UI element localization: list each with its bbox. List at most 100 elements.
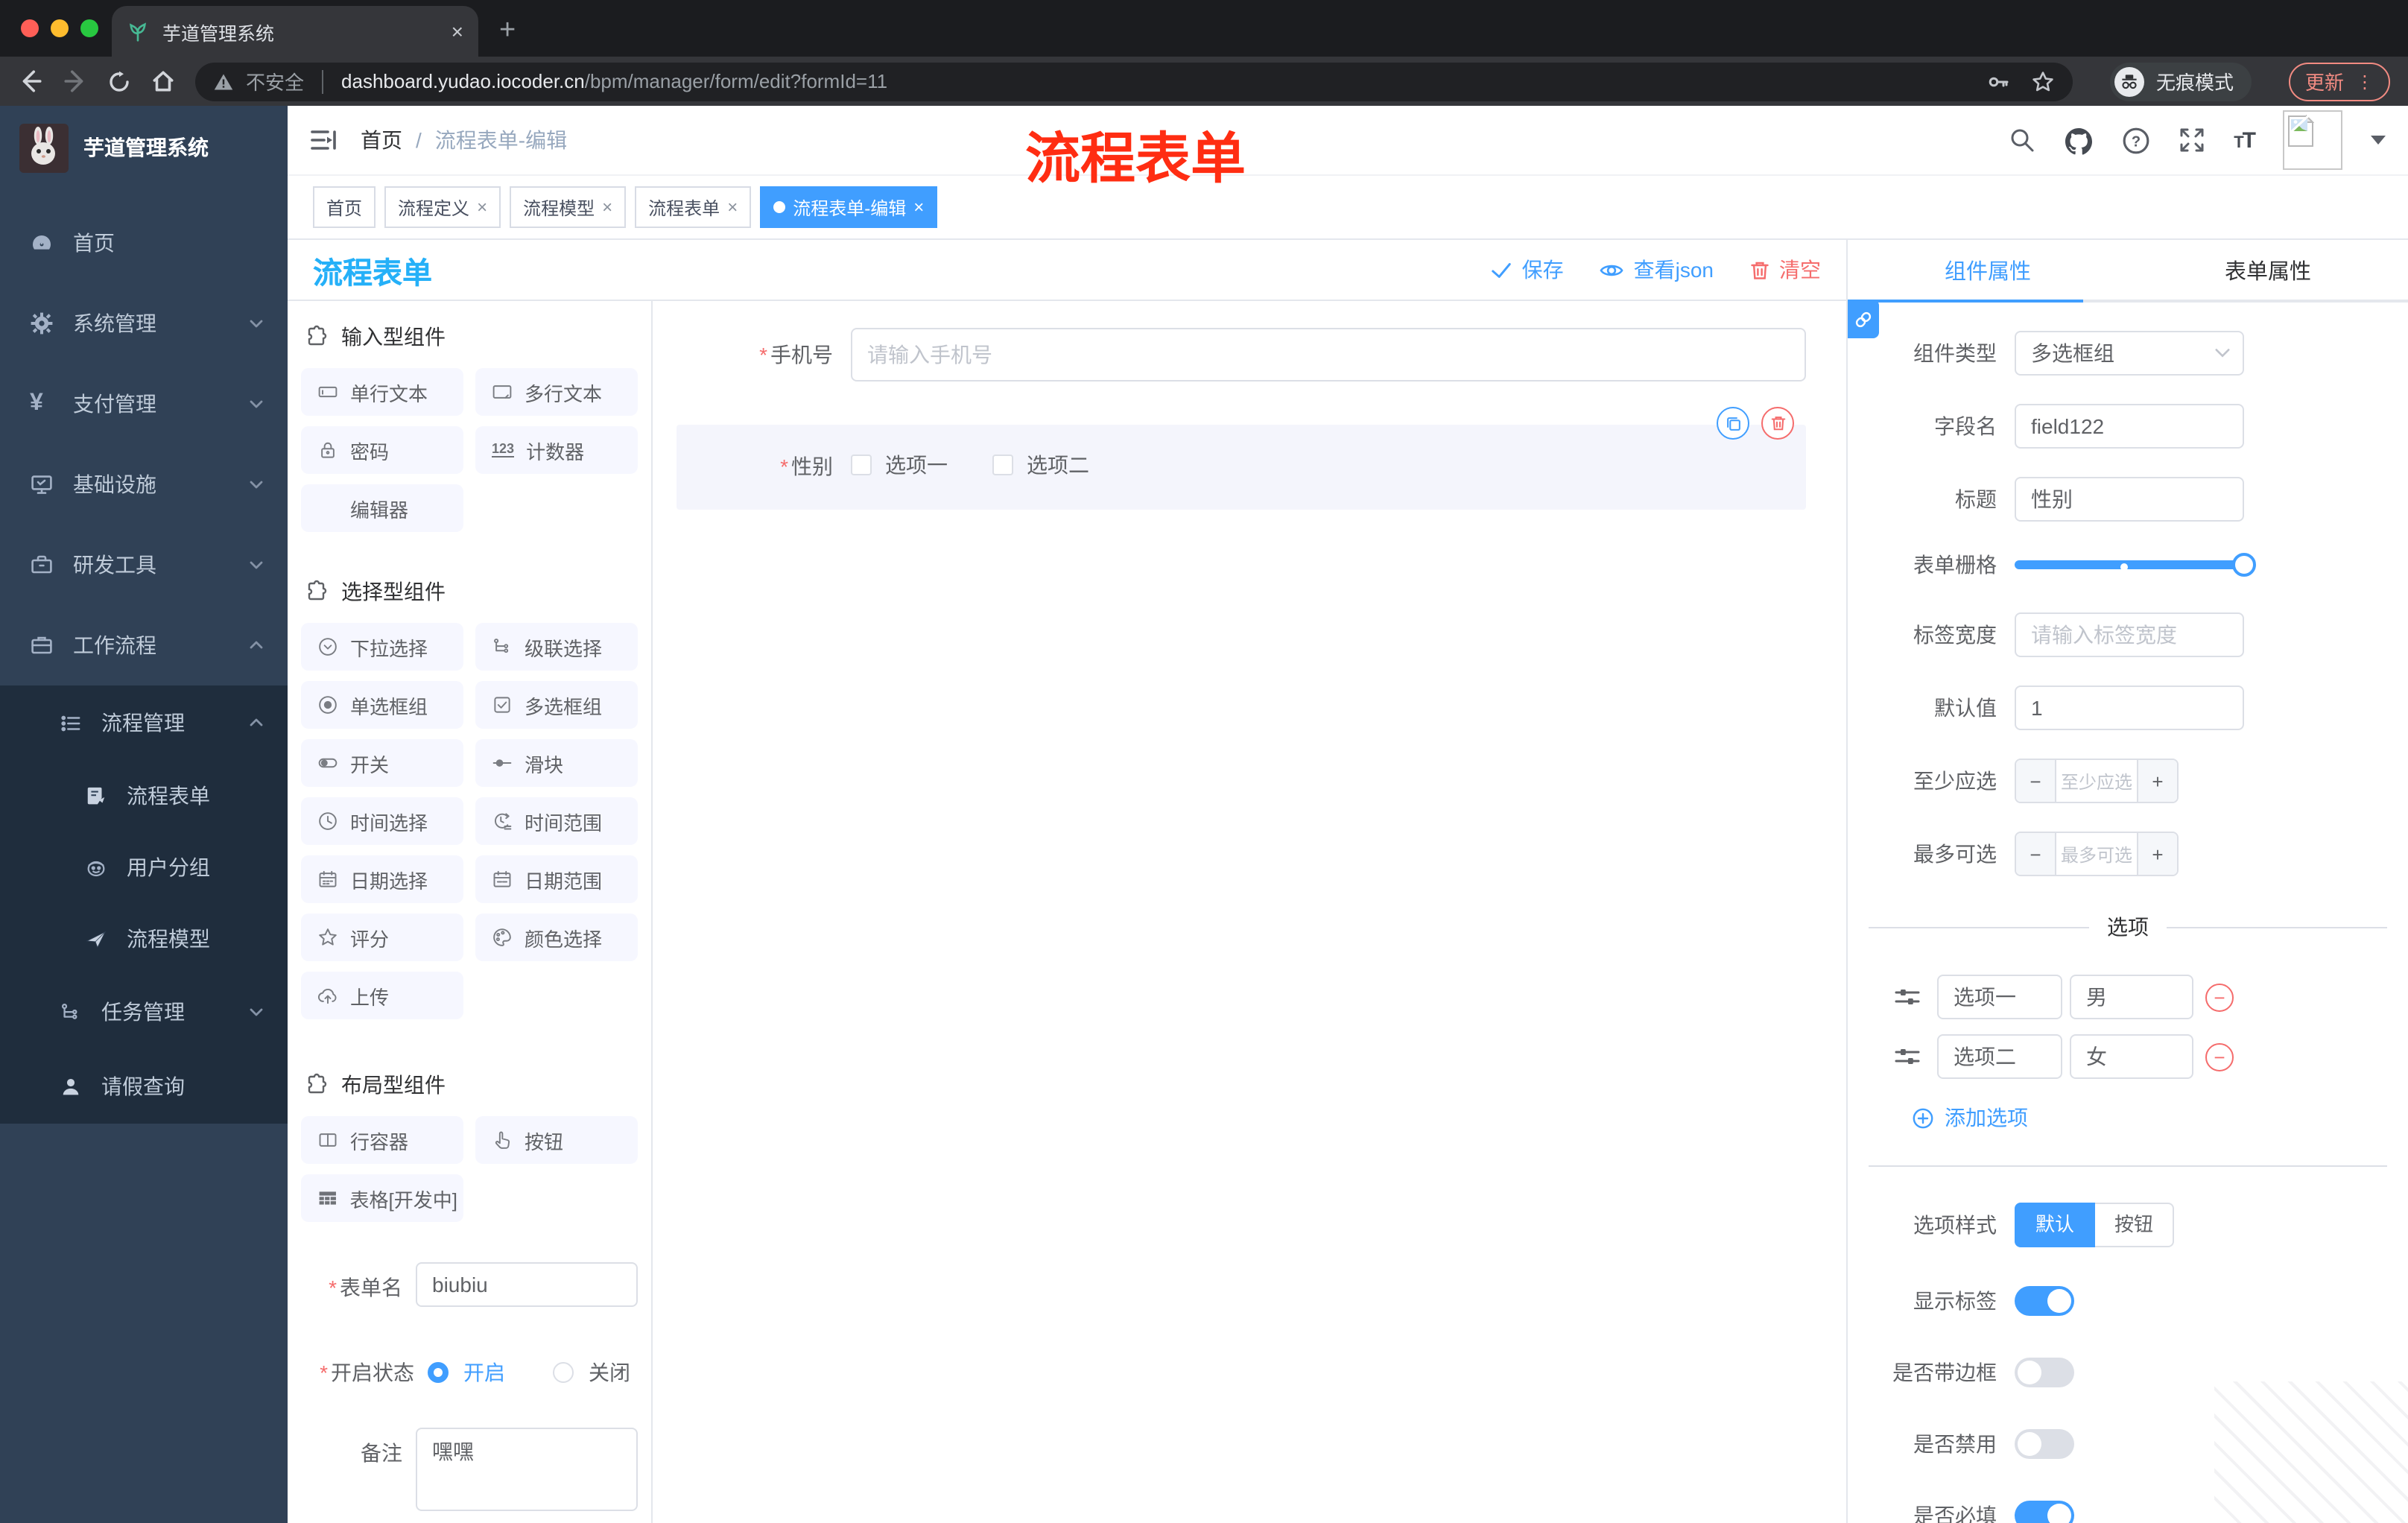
view-json-button[interactable]: 查看json [1600, 255, 1714, 285]
component-switch[interactable]: 开关 [301, 739, 463, 787]
slider-track[interactable] [2015, 560, 2244, 569]
style-default-button[interactable]: 默认 [2015, 1203, 2096, 1247]
component-multi-line-text[interactable]: 多行文本 [475, 368, 638, 416]
component-checkbox-group[interactable]: 多选框组 [475, 681, 638, 729]
sidebar-item-process-mgmt[interactable]: 流程管理 [0, 685, 288, 760]
status-on-label[interactable]: 开启 [463, 1358, 505, 1387]
component-row-container[interactable]: 行容器 [301, 1116, 463, 1164]
tag-close-icon[interactable]: × [913, 197, 924, 218]
component-date-picker[interactable]: 日期选择 [301, 855, 463, 903]
form-canvas[interactable]: * 手机号 请输入手机号 * 性别 选项一 选项二 [653, 301, 1846, 1523]
stepper-decrease-button[interactable]: − [2016, 833, 2056, 875]
stepper-decrease-button[interactable]: − [2016, 760, 2056, 802]
avatar-caret-icon[interactable] [2371, 136, 2386, 145]
component-rate[interactable]: 评分 [301, 914, 463, 961]
close-window-button[interactable] [21, 19, 39, 37]
option-label-input[interactable] [1937, 975, 2062, 1019]
window-controls[interactable] [21, 19, 98, 37]
checkbox-icon[interactable] [992, 455, 1013, 475]
checkbox-icon[interactable] [851, 455, 872, 475]
save-button[interactable]: 保存 [1491, 255, 1564, 285]
status-on-radio[interactable] [428, 1362, 449, 1383]
tag-close-icon[interactable]: × [602, 197, 612, 218]
status-off-radio[interactable] [553, 1362, 574, 1383]
component-upload[interactable]: 上传 [301, 972, 463, 1019]
sidebar-item-system[interactable]: 系统管理 [0, 283, 288, 364]
help-icon[interactable]: ? [2122, 126, 2150, 154]
sidebar-item-workflow[interactable]: 工作流程 [0, 605, 288, 685]
slider-handle[interactable] [2232, 553, 2256, 577]
url-text[interactable]: dashboard.yudao.iocoder.cn/bpm/manager/f… [341, 70, 887, 92]
component-time-picker[interactable]: 时间选择 [301, 797, 463, 845]
component-editor[interactable]: 编辑器 [301, 484, 463, 532]
disabled-toggle[interactable] [2015, 1429, 2074, 1459]
style-button-button[interactable]: 按钮 [2095, 1203, 2175, 1247]
tab-form-props[interactable]: 表单属性 [2128, 240, 2408, 300]
hamburger-icon[interactable] [310, 128, 337, 152]
gender-option-1[interactable]: 选项一 [851, 450, 948, 480]
maximize-window-button[interactable] [80, 19, 98, 37]
breadcrumb-home[interactable]: 首页 [361, 125, 402, 155]
sidebar-item-home[interactable]: 首页 [0, 203, 288, 283]
form-grid-slider[interactable] [2015, 553, 2256, 577]
widget-delete-button[interactable] [1761, 407, 1794, 440]
sidebar-item-process-form[interactable]: 流程表单 [0, 760, 288, 832]
remove-option-button[interactable]: − [2205, 1042, 2234, 1071]
browser-menu-icon[interactable]: ⋮ [2356, 71, 2374, 92]
canvas-selected-widget[interactable]: * 性别 选项一 选项二 [677, 407, 1806, 510]
component-table[interactable]: 表格[开发中] [301, 1174, 463, 1222]
link-badge[interactable] [1848, 300, 1879, 338]
component-slider[interactable]: 滑块 [475, 739, 638, 787]
component-select[interactable]: 下拉选择 [301, 623, 463, 671]
app-logo[interactable]: 芋道管理系统 [0, 106, 288, 189]
drag-handle-icon[interactable] [1894, 985, 1921, 1009]
option-label-input[interactable] [1937, 1034, 2062, 1079]
stepper-increase-button[interactable]: + [2137, 833, 2177, 875]
sidebar-item-leave-query[interactable]: 请假查询 [0, 1049, 288, 1124]
component-counter[interactable]: 123 计数器 [475, 426, 638, 474]
minimize-window-button[interactable] [51, 19, 69, 37]
sidebar-item-payment[interactable]: ¥ 支付管理 [0, 364, 288, 444]
update-button[interactable]: 更新 ⋮ [2288, 62, 2390, 101]
title-input[interactable] [2015, 477, 2244, 522]
avatar[interactable] [2283, 110, 2342, 170]
show-label-toggle[interactable] [2015, 1286, 2074, 1316]
component-button[interactable]: 按钮 [475, 1116, 638, 1164]
fullscreen-icon[interactable] [2179, 127, 2205, 153]
sidebar-item-devtools[interactable]: 研发工具 [0, 525, 288, 605]
component-password[interactable]: 密码 [301, 426, 463, 474]
security-label[interactable]: 不安全 [246, 67, 304, 95]
default-value-input[interactable] [2015, 685, 2244, 730]
option-value-input[interactable] [2070, 975, 2193, 1019]
max-select-value[interactable]: 最多可选 [2056, 833, 2137, 875]
tag-close-icon[interactable]: × [727, 197, 738, 218]
component-color-picker[interactable]: 颜色选择 [475, 914, 638, 961]
canvas-phone-field[interactable]: * 手机号 [677, 328, 1806, 381]
option-value-input[interactable] [2070, 1034, 2193, 1079]
field-name-input[interactable] [2015, 404, 2244, 449]
new-tab-button[interactable]: + [499, 15, 516, 48]
component-cascader[interactable]: 级联选择 [475, 623, 638, 671]
tab-component-props[interactable]: 组件属性 [1848, 240, 2128, 300]
clear-button[interactable]: 清空 [1749, 255, 1821, 285]
component-radio-group[interactable]: 单选框组 [301, 681, 463, 729]
tab-close-icon[interactable]: × [452, 21, 463, 42]
gender-option-2[interactable]: 选项二 [992, 450, 1089, 480]
phone-input[interactable] [851, 328, 1806, 381]
tag-process-form-edit[interactable]: 流程表单-编辑 × [760, 186, 938, 228]
tag-home[interactable]: 首页 [313, 186, 376, 228]
min-select-value[interactable]: 至少应选 [2056, 760, 2137, 802]
url-bar[interactable]: 不安全 dashboard.yudao.iocoder.cn/bpm/manag… [195, 62, 2073, 101]
component-single-line-text[interactable]: 单行文本 [301, 368, 463, 416]
bookmark-star-icon[interactable] [2031, 69, 2055, 93]
sidebar-item-user-group[interactable]: 用户分组 [0, 832, 288, 903]
widget-copy-button[interactable] [1717, 407, 1749, 440]
font-size-icon[interactable]: TT [2234, 127, 2256, 153]
sidebar-item-task-mgmt[interactable]: 任务管理 [0, 975, 288, 1049]
sidebar-item-process-model[interactable]: 流程模型 [0, 903, 288, 975]
tag-process-definition[interactable]: 流程定义 × [384, 186, 501, 228]
component-type-select[interactable] [2015, 331, 2244, 376]
github-icon[interactable] [2064, 126, 2094, 154]
drag-handle-icon[interactable] [1894, 1045, 1921, 1068]
search-icon[interactable] [2009, 127, 2035, 153]
